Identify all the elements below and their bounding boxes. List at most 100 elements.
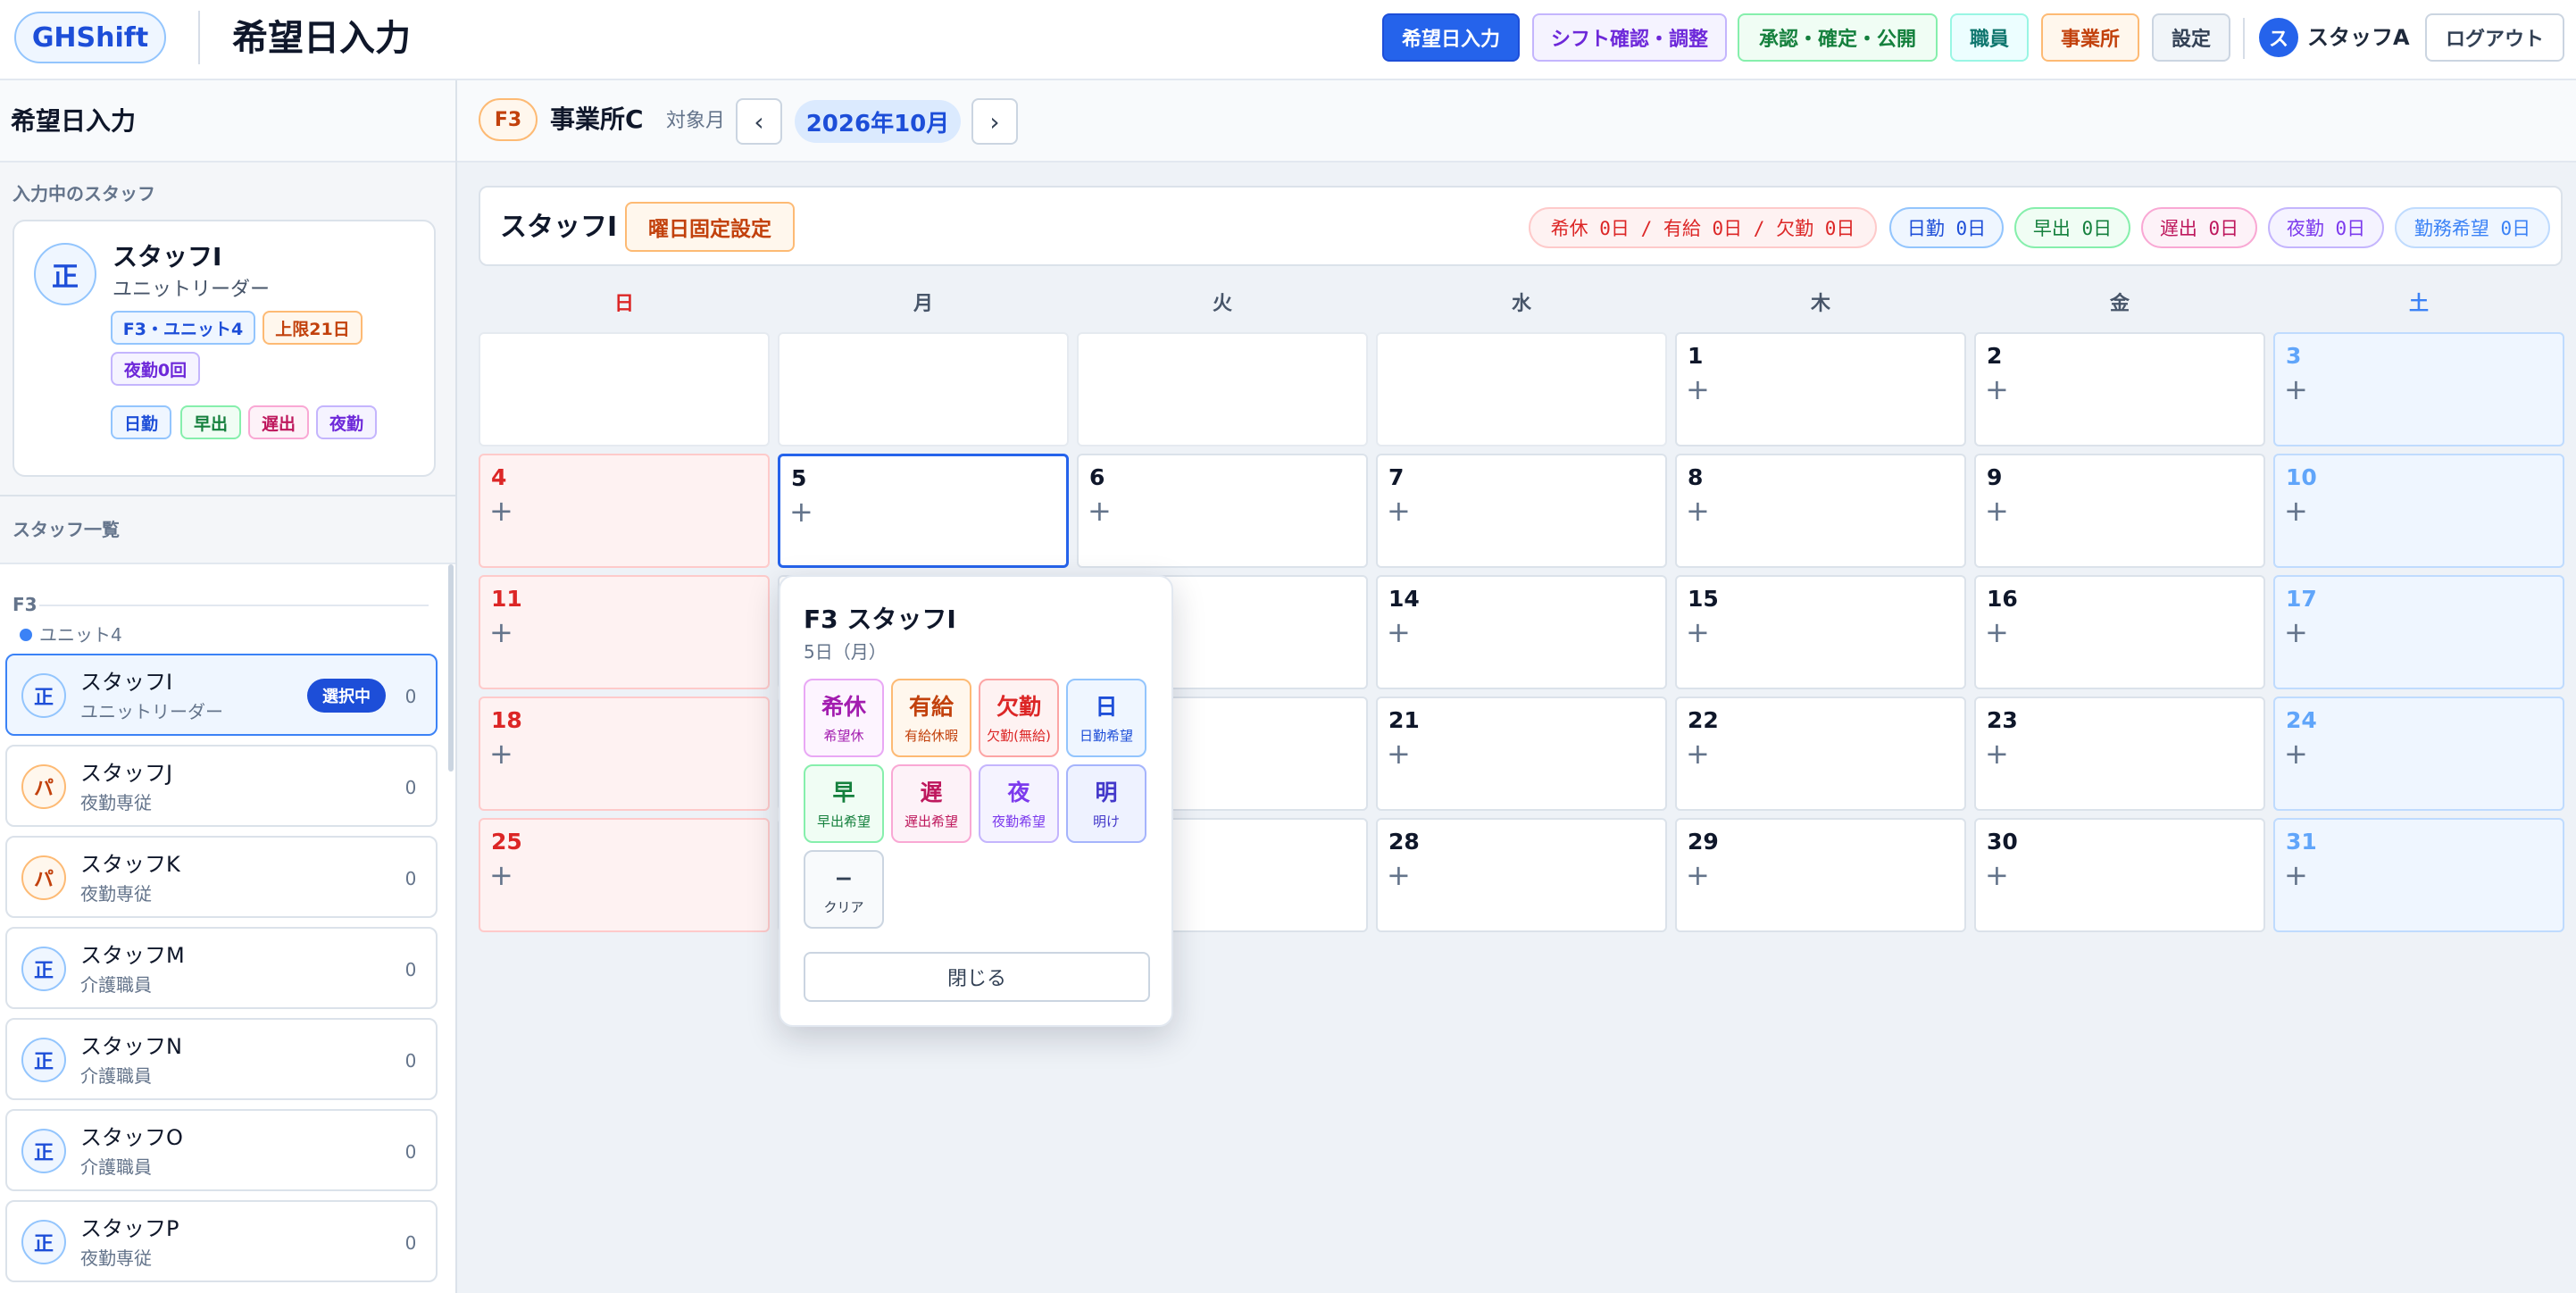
staff-list[interactable]: F3 ユニット4 正 スタッフI ユニットリーダー 選択中 0 パ スタッフJ …: [0, 563, 455, 1293]
nav-office-button[interactable]: 事業所: [2041, 13, 2139, 62]
calendar-day-cell[interactable]: 6 +: [1077, 454, 1368, 568]
add-request-icon[interactable]: +: [489, 736, 513, 772]
prev-month-button[interactable]: ‹: [736, 98, 782, 145]
calendar-day-cell[interactable]: 30 +: [1974, 818, 2265, 932]
add-request-icon[interactable]: +: [2284, 371, 2308, 407]
calendar-day-cell[interactable]: 23 +: [1974, 697, 2265, 811]
option-main-label: 明: [1095, 780, 1118, 805]
nav-approve-publish-button[interactable]: 承認・確定・公開: [1738, 13, 1938, 62]
weekday-header: 水: [1511, 293, 1531, 315]
add-request-icon[interactable]: +: [2284, 857, 2308, 893]
staff-row[interactable]: パ スタッフJ 夜勤専従 0: [5, 745, 438, 827]
calendar-day-cell[interactable]: 21 +: [1376, 697, 1667, 811]
option-main-label: 有給: [908, 694, 954, 720]
calendar-day-cell[interactable]: 2 +: [1974, 332, 2265, 446]
next-month-button[interactable]: ›: [971, 98, 1018, 145]
option-early-shift-button[interactable]: 早 早出希望: [804, 764, 884, 843]
add-request-icon[interactable]: +: [1088, 493, 1112, 529]
option-after-night-button[interactable]: 明 明け: [1066, 764, 1146, 843]
add-request-icon[interactable]: +: [1387, 493, 1411, 529]
calendar-day-cell[interactable]: 31 +: [2273, 818, 2564, 932]
day-number: 14: [1388, 586, 1420, 612]
option-sub-label: 欠勤(無給): [987, 728, 1051, 744]
option-night-shift-button[interactable]: 夜 夜勤希望: [979, 764, 1059, 843]
add-request-icon[interactable]: +: [1387, 736, 1411, 772]
staff-row[interactable]: 正 スタッフO 介護職員 0: [5, 1109, 438, 1191]
calendar-day-cell[interactable]: 8 +: [1675, 454, 1966, 568]
nav-settings-button[interactable]: 設定: [2152, 13, 2230, 62]
day-number: 9: [1987, 464, 2003, 490]
shift-type-day: 日勤: [111, 405, 171, 439]
staff-row[interactable]: 正 スタッフI ユニットリーダー 選択中 0: [5, 654, 438, 736]
add-request-icon[interactable]: +: [2284, 736, 2308, 772]
page-title: 希望日入力: [232, 18, 411, 59]
calendar-day-cell[interactable]: 7 +: [1376, 454, 1667, 568]
calendar-day-cell[interactable]: 15 +: [1675, 575, 1966, 689]
calendar-day-cell[interactable]: 25 +: [479, 818, 770, 932]
option-paid-leave-button[interactable]: 有給 有給休暇: [891, 679, 971, 757]
shift-type-late: 遅出: [248, 405, 309, 439]
add-request-icon[interactable]: +: [489, 614, 513, 650]
weekday-fixed-settings-button[interactable]: 曜日固定設定: [625, 202, 795, 252]
calendar-day-cell[interactable]: 22 +: [1675, 697, 1966, 811]
add-request-icon[interactable]: +: [1985, 736, 2009, 772]
nav-request-input-button[interactable]: 希望日入力: [1382, 13, 1520, 62]
calendar-day-cell[interactable]: 10 +: [2273, 454, 2564, 568]
add-request-icon[interactable]: +: [1985, 857, 2009, 893]
option-sub-label: 有給休暇: [904, 728, 958, 744]
calendar-day-cell[interactable]: 1 +: [1675, 332, 1966, 446]
staff-role: 介護職員: [80, 1156, 152, 1178]
add-request-icon[interactable]: +: [1686, 736, 1710, 772]
calendar-day-cell[interactable]: 14 +: [1376, 575, 1667, 689]
add-request-icon[interactable]: +: [2284, 493, 2308, 529]
calendar-day-cell[interactable]: 24 +: [2273, 697, 2564, 811]
calendar-day-cell[interactable]: 17 +: [2273, 575, 2564, 689]
calendar-day-cell[interactable]: 11 +: [479, 575, 770, 689]
add-request-icon[interactable]: +: [489, 493, 513, 529]
staff-row[interactable]: 正 スタッフN 介護職員 0: [5, 1018, 438, 1100]
day-number: 15: [1688, 586, 1719, 612]
calendar-day-cell[interactable]: 18 +: [479, 697, 770, 811]
logout-button[interactable]: ログアウト: [2425, 13, 2564, 62]
option-absence-button[interactable]: 欠勤 欠勤(無給): [979, 679, 1059, 757]
add-request-icon[interactable]: +: [1686, 857, 1710, 893]
add-request-icon[interactable]: +: [1387, 857, 1411, 893]
staff-row[interactable]: 正 スタッフM 介護職員 0: [5, 927, 438, 1009]
add-request-icon[interactable]: +: [789, 494, 813, 530]
staff-list-scrollbar[interactable]: [448, 564, 454, 772]
sidebar: 希望日入力 入力中のスタッフ 正 スタッフI ユニットリーダー F3・ユニット4…: [0, 80, 457, 1293]
nav-staff-button[interactable]: 職員: [1950, 13, 2029, 62]
option-day-shift-button[interactable]: 日 日勤希望: [1066, 679, 1146, 757]
calendar-day-cell[interactable]: 29 +: [1675, 818, 1966, 932]
option-requested-off-button[interactable]: 希休 希望休: [804, 679, 884, 757]
add-request-icon[interactable]: +: [1686, 614, 1710, 650]
calendar-day-cell[interactable]: 28 +: [1376, 818, 1667, 932]
staff-name: スタッフO: [80, 1125, 183, 1150]
popover-close-button[interactable]: 閉じる: [804, 952, 1150, 1002]
app-logo[interactable]: GHShift: [14, 12, 166, 63]
add-request-icon[interactable]: +: [1985, 614, 2009, 650]
day-number: 5: [791, 465, 807, 491]
calendar-day-cell[interactable]: 4 +: [479, 454, 770, 568]
selected-badge: 選択中: [307, 679, 386, 713]
target-month-value[interactable]: 2026年10月: [795, 100, 961, 143]
calendar-day-cell[interactable]: 3 +: [2273, 332, 2564, 446]
staff-row[interactable]: パ スタッフK 夜勤専従 0: [5, 836, 438, 918]
nav-shift-review-button[interactable]: シフト確認・調整: [1532, 13, 1727, 62]
option-clear-button[interactable]: − クリア: [804, 850, 884, 929]
add-request-icon[interactable]: +: [1985, 493, 2009, 529]
add-request-icon[interactable]: +: [2284, 614, 2308, 650]
calendar-day-cell[interactable]: 16 +: [1974, 575, 2265, 689]
add-request-icon[interactable]: +: [489, 857, 513, 893]
calendar-day-cell[interactable]: 5 +: [778, 454, 1069, 568]
add-request-icon[interactable]: +: [1387, 614, 1411, 650]
staff-row[interactable]: 正 スタッフP 夜勤専従 0: [5, 1200, 438, 1282]
unit-tag: F3・ユニット4: [111, 311, 255, 345]
add-request-icon[interactable]: +: [1686, 371, 1710, 407]
add-request-icon[interactable]: +: [1985, 371, 2009, 407]
group-label: F3: [13, 594, 38, 615]
option-late-shift-button[interactable]: 遅 遅出希望: [891, 764, 971, 843]
add-request-icon[interactable]: +: [1686, 493, 1710, 529]
option-sub-label: 夜勤希望: [991, 813, 1046, 830]
calendar-day-cell[interactable]: 9 +: [1974, 454, 2265, 568]
